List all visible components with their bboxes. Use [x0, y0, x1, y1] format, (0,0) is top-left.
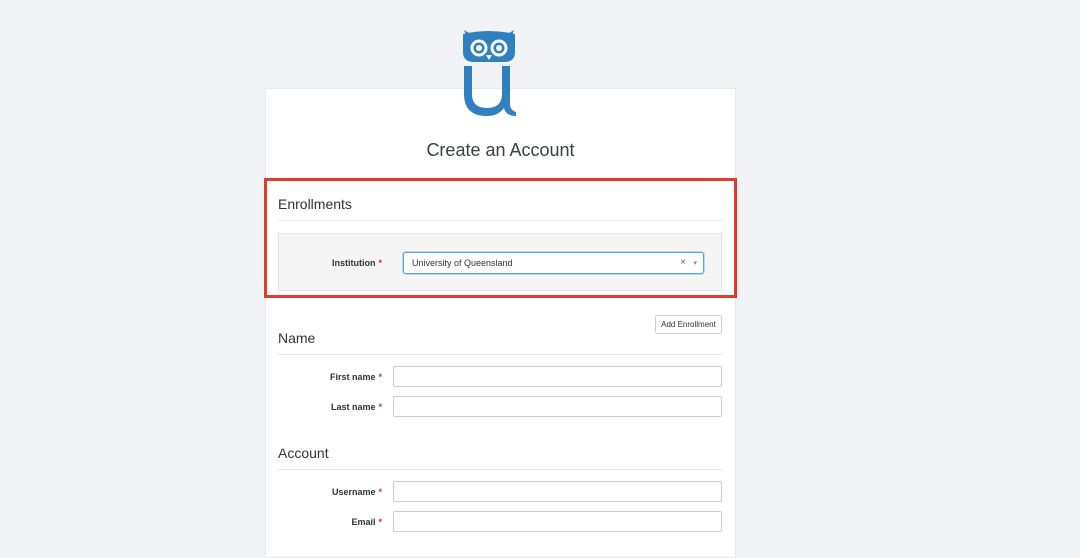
first-name-input[interactable] [393, 366, 722, 387]
name-section-title: Name [278, 330, 722, 355]
institution-label: Institution * [262, 258, 382, 268]
required-marker: * [378, 517, 382, 527]
first-name-label-text: First name [329, 372, 376, 382]
clear-x-icon[interactable]: × [680, 257, 686, 268]
last-name-label-text: Last name [330, 402, 376, 412]
owl-u-logo-icon [463, 30, 516, 116]
username-label: Username * [262, 487, 382, 497]
last-name-input[interactable] [393, 396, 722, 417]
account-section-title: Account [278, 445, 722, 470]
required-marker: * [378, 372, 382, 382]
email-label-text: Email [351, 517, 376, 527]
email-input[interactable] [393, 511, 722, 532]
institution-label-text: Institution [331, 258, 376, 268]
chevron-down-icon[interactable]: ▾ [693, 259, 697, 267]
institution-select-value: University of Queensland [412, 258, 513, 268]
required-marker: * [378, 258, 382, 268]
username-label-text: Username [331, 487, 376, 497]
required-marker: * [378, 487, 382, 497]
first-name-label: First name * [262, 372, 382, 382]
last-name-label: Last name * [262, 402, 382, 412]
required-marker: * [378, 402, 382, 412]
email-label: Email * [262, 517, 382, 527]
institution-select[interactable]: University of Queensland × ▾ [403, 252, 704, 274]
enrollments-section-title: Enrollments [278, 196, 722, 221]
page-title: Create an Account [426, 140, 575, 160]
username-input[interactable] [393, 481, 722, 502]
